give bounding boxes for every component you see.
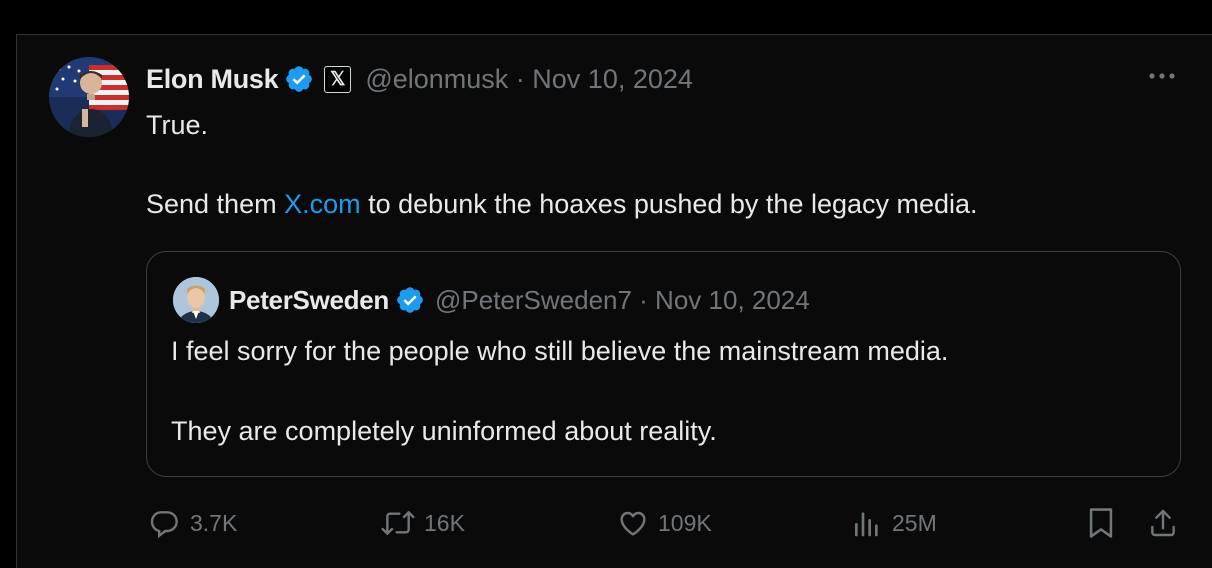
reply-button[interactable]: 3.7K bbox=[148, 505, 237, 541]
reply-icon bbox=[150, 511, 178, 539]
quoted-avatar-image bbox=[173, 277, 219, 323]
reply-count: 3.7K bbox=[190, 509, 238, 536]
views-count: 25M bbox=[892, 509, 937, 536]
quoted-author-handle-date: @PeterSweden7 · Nov 10, 2024 bbox=[435, 284, 810, 315]
previous-tweet-actions-fragment bbox=[0, 0, 1212, 6]
tweet-action-bar: 3.7K 16K 109K 25M bbox=[0, 505, 1212, 541]
quoted-tweet-text-line-1: I feel sorry for the people who still be… bbox=[171, 336, 949, 366]
like-button[interactable]: 109K bbox=[616, 505, 712, 541]
views-icon bbox=[855, 512, 878, 537]
author-avatar[interactable] bbox=[49, 57, 129, 137]
avatar-image bbox=[49, 57, 129, 137]
like-count: 109K bbox=[658, 509, 712, 536]
repost-button[interactable]: 16K bbox=[380, 505, 465, 541]
author-handle-date[interactable]: @elonmusk · Nov 10, 2024 bbox=[365, 64, 693, 95]
repost-icon bbox=[381, 511, 415, 535]
tweet-text-line-2: Send them X.com to debunk the hoaxes pus… bbox=[146, 189, 978, 220]
bookmark-icon bbox=[1089, 508, 1113, 538]
tweet-text-after-link: to debunk the hoaxes pushed by the legac… bbox=[360, 189, 978, 219]
like-icon bbox=[620, 511, 646, 536]
verified-badge-icon bbox=[284, 64, 314, 94]
verified-badge-icon bbox=[395, 285, 425, 315]
quoted-tweet-text-line-2: They are completely uninformed about rea… bbox=[171, 416, 717, 446]
tweet-text-before-link: Send them bbox=[146, 189, 285, 219]
tweet-link[interactable]: X.com bbox=[284, 189, 361, 219]
quoted-tweet-card[interactable]: PeterSweden @PeterSweden7 · Nov 10, 2024… bbox=[146, 251, 1181, 477]
quoted-author-name: PeterSweden bbox=[229, 284, 389, 315]
share-button[interactable] bbox=[1148, 505, 1178, 541]
share-icon bbox=[1151, 509, 1175, 537]
affiliate-x-badge[interactable]: 𝕏 bbox=[324, 65, 352, 93]
more-icon[interactable] bbox=[1148, 66, 1178, 86]
views-button[interactable]: 25M bbox=[852, 505, 937, 541]
tweet-text-line-1: True. bbox=[146, 110, 209, 140]
quoted-tweet-header: PeterSweden @PeterSweden7 · Nov 10, 2024 bbox=[229, 282, 810, 318]
repost-count: 16K bbox=[424, 509, 465, 536]
quoted-author-avatar[interactable] bbox=[173, 277, 219, 323]
author-name[interactable]: Elon Musk bbox=[146, 64, 279, 95]
bookmark-button[interactable] bbox=[1086, 505, 1116, 541]
tweet-header: Elon Musk 𝕏 @elonmusk · Nov 10, 2024 bbox=[146, 60, 693, 98]
